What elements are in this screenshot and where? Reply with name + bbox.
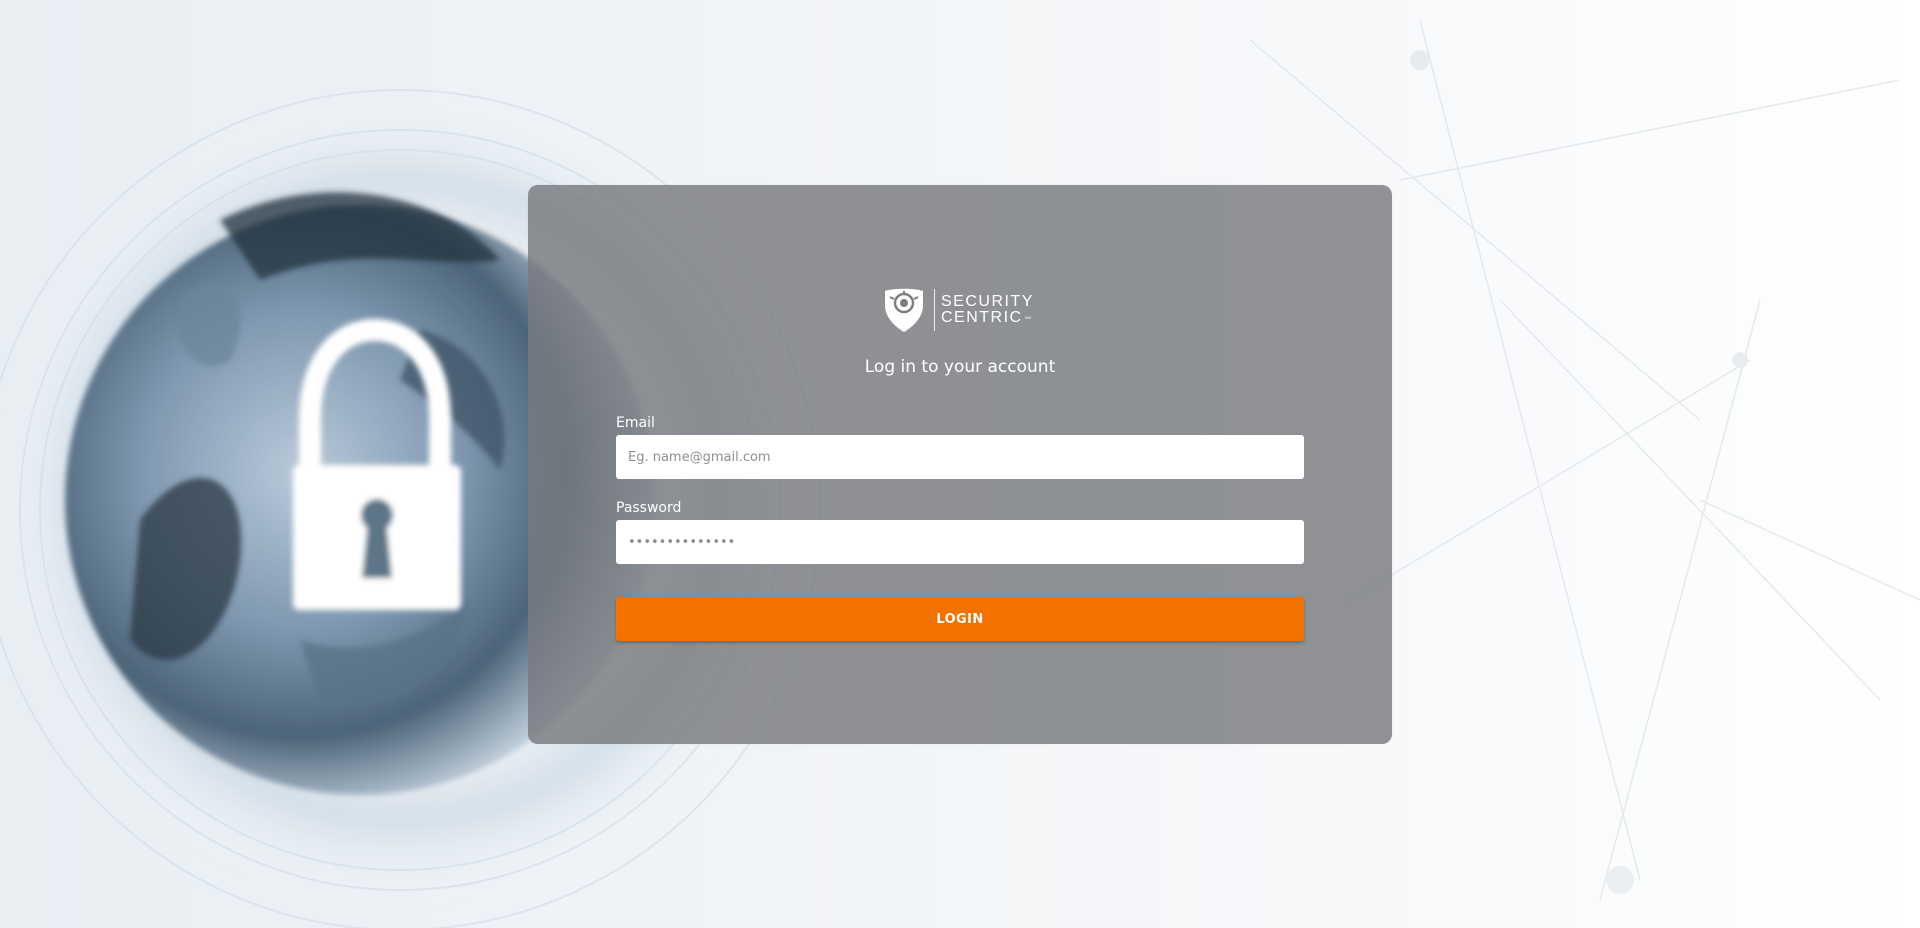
brand-line1: SECURITY xyxy=(941,292,1034,310)
login-card: SECURITY CENTRIC INC Log in to your accou… xyxy=(528,185,1392,744)
email-field[interactable] xyxy=(616,435,1304,479)
login-button[interactable]: LOGIN xyxy=(616,597,1304,641)
password-field[interactable] xyxy=(616,520,1304,564)
brand-suffix: INC xyxy=(1024,314,1032,320)
email-label: Email xyxy=(616,415,655,431)
shield-icon xyxy=(885,288,923,332)
password-label: Password xyxy=(616,500,682,516)
page-title: Log in to your account xyxy=(864,357,1056,377)
brand-logo: SECURITY CENTRIC INC xyxy=(882,287,1044,333)
logo-divider xyxy=(934,289,935,331)
brand-line2: CENTRIC INC xyxy=(941,309,1032,327)
brand-wordmark: SECURITY CENTRIC INC xyxy=(941,292,1034,327)
